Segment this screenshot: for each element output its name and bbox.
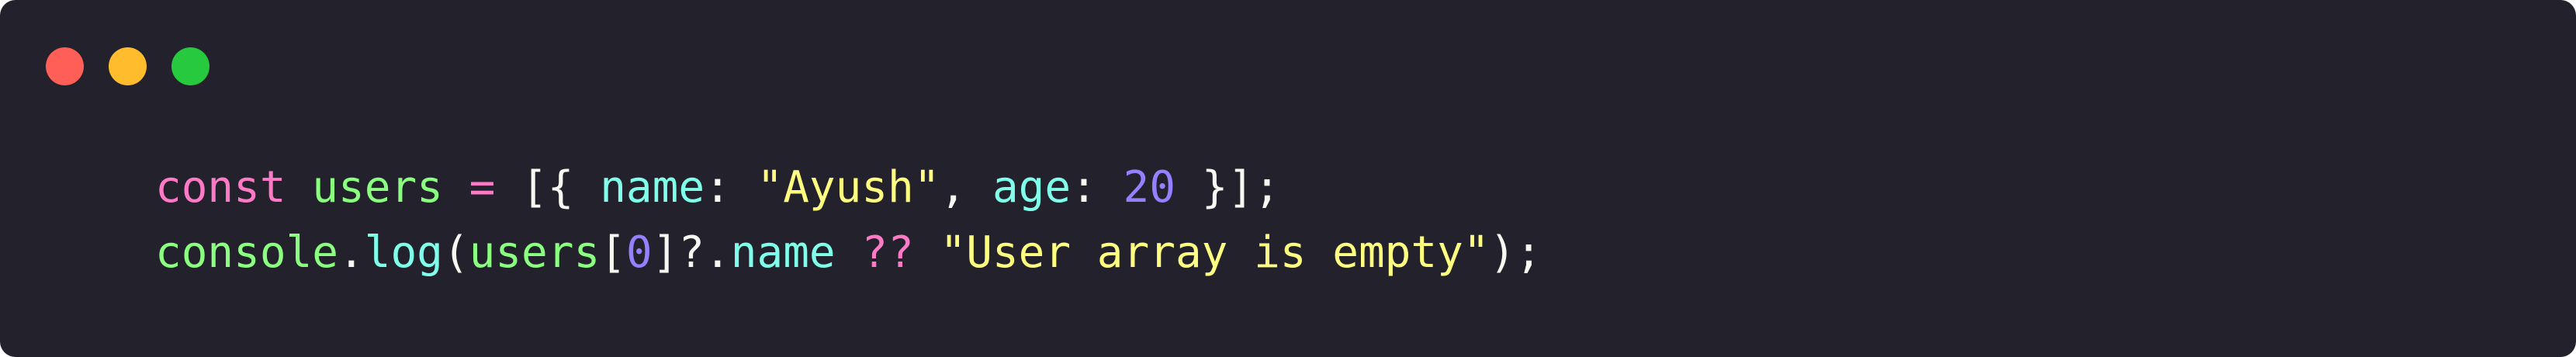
minimize-dot-icon[interactable]: [109, 47, 147, 85]
code-token-punct: [{: [521, 162, 574, 213]
code-token-punct: :: [1071, 162, 1097, 213]
code-token-keyword: const: [155, 162, 286, 213]
code-token-punct: ]?.: [652, 227, 731, 278]
code-token-operator: =: [469, 162, 496, 213]
code-token-string: "User array is empty": [940, 227, 1490, 278]
code-token-string: "Ayush": [757, 162, 940, 213]
code-token-punct: );: [1489, 227, 1542, 278]
code-token-number: 0: [625, 227, 653, 278]
code-token-method: log: [364, 227, 443, 278]
code-token-punct: }];: [1201, 162, 1280, 213]
code-token-property: name: [730, 227, 836, 278]
maximize-dot-icon[interactable]: [171, 47, 209, 85]
code-token-variable: users: [312, 162, 443, 213]
code-window: const users = [{ name: "Ayush", age: 20 …: [0, 0, 2576, 357]
code-block: const users = [{ name: "Ayush", age: 20 …: [155, 155, 1542, 286]
code-line: const users = [{ name: "Ayush", age: 20 …: [155, 155, 1542, 220]
code-token-operator: ??: [861, 227, 914, 278]
code-token-punct: ,: [940, 162, 967, 213]
code-token-property: age: [992, 162, 1072, 213]
code-line: console.log(users[0]?.name ?? "User arra…: [155, 220, 1542, 286]
code-token-property: name: [600, 162, 705, 213]
close-dot-icon[interactable]: [46, 47, 84, 85]
code-token-variable: users: [469, 227, 601, 278]
code-token-punct: :: [705, 162, 731, 213]
window-controls: [46, 47, 209, 85]
code-token-number: 20: [1123, 162, 1175, 213]
code-token-variable: console: [155, 227, 339, 278]
code-token-punct: .: [338, 227, 365, 278]
code-token-punct: (: [442, 227, 469, 278]
code-token-punct: [: [600, 227, 626, 278]
